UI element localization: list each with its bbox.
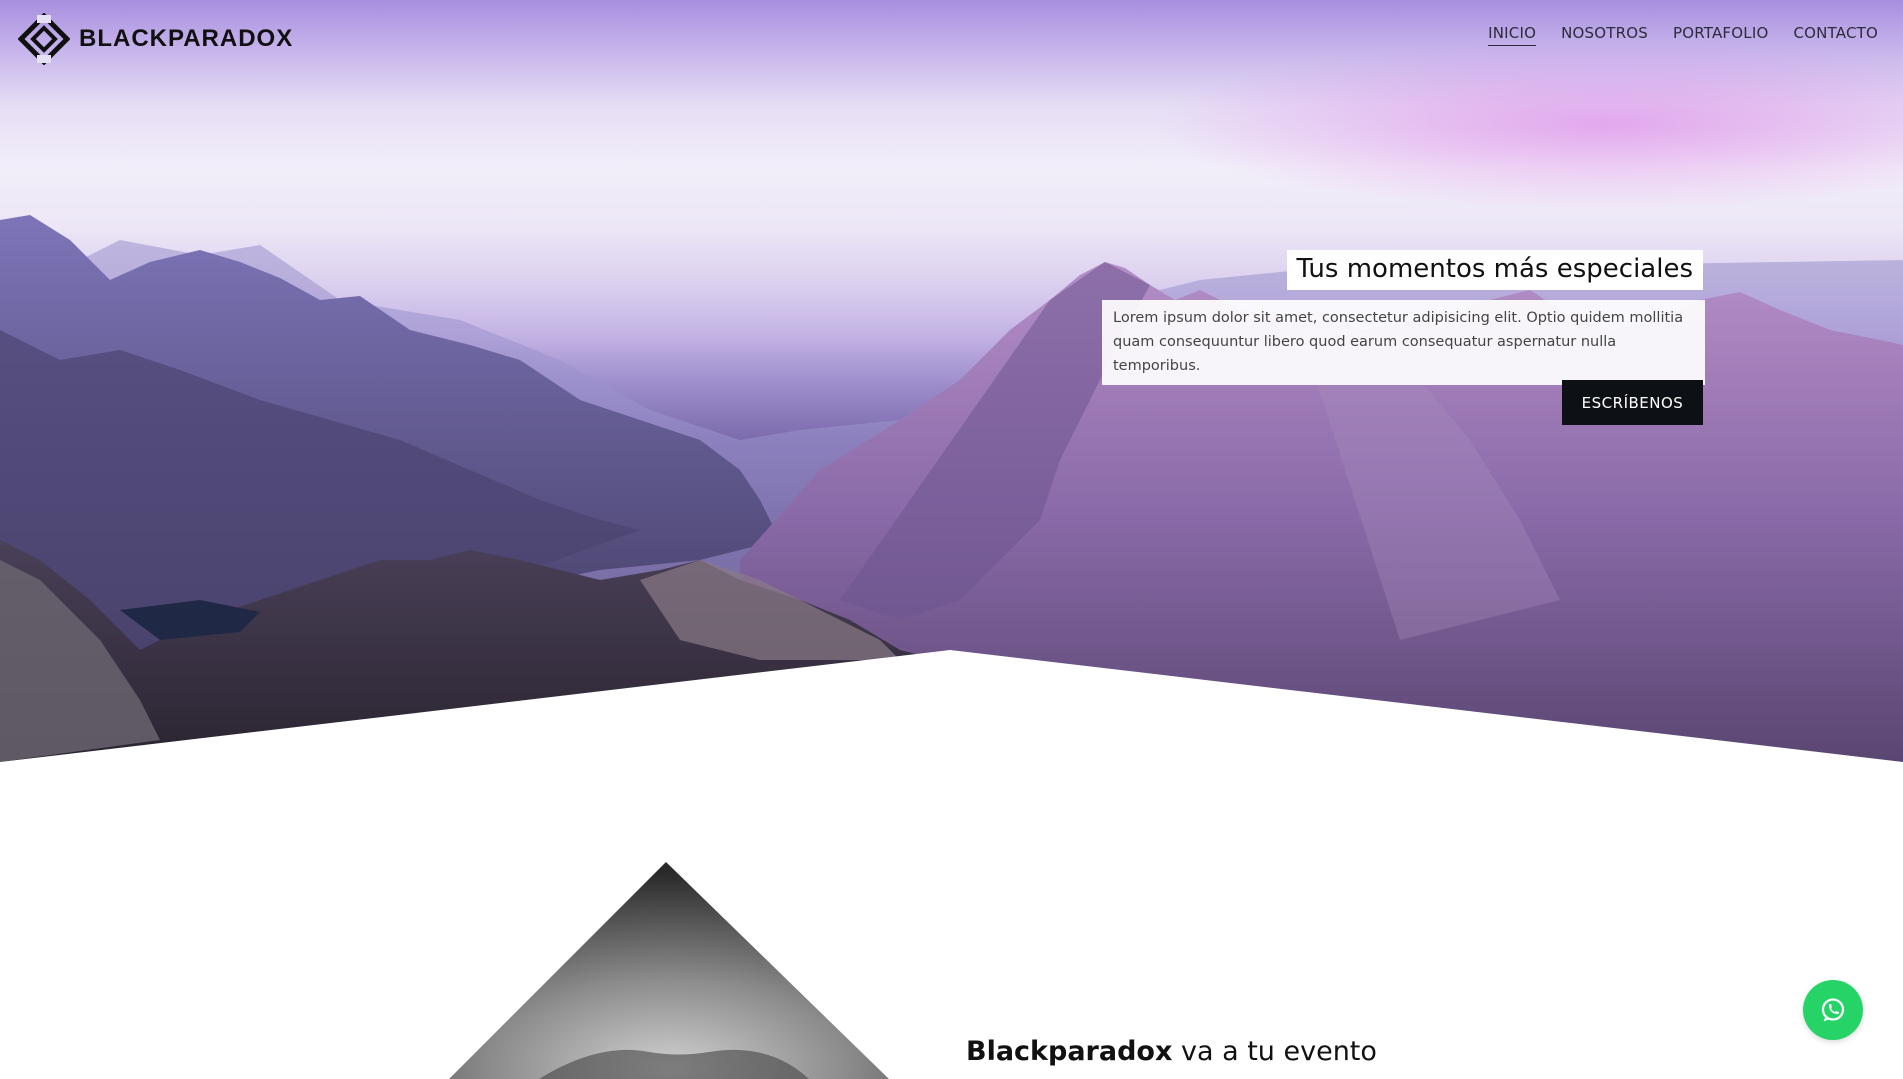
section-heading-brand: Blackparadox	[966, 1036, 1173, 1067]
contact-cta-button[interactable]: ESCRÍBENOS	[1562, 380, 1703, 425]
whatsapp-icon	[1821, 998, 1845, 1022]
portrait-image	[449, 862, 889, 1079]
main-nav: INICIO NOSOTROS PORTAFOLIO CONTACTO	[1488, 24, 1878, 46]
hero-description: Lorem ipsum dolor sit amet, consectetur …	[1102, 300, 1705, 385]
hero-title: Tus momentos más especiales	[1286, 250, 1703, 290]
nav-item-nosotros[interactable]: NOSOTROS	[1561, 24, 1648, 46]
brand-logo[interactable]: BLACKPARADOX	[18, 13, 293, 65]
section-heading-text: va a tu evento	[1172, 1036, 1377, 1067]
nav-item-portafolio[interactable]: PORTAFOLIO	[1673, 24, 1768, 46]
section-heading: Blackparadox va a tu evento	[966, 1036, 1377, 1067]
logo-diamond-icon	[18, 13, 70, 65]
whatsapp-button[interactable]	[1803, 980, 1863, 1040]
nav-item-contacto[interactable]: CONTACTO	[1793, 24, 1878, 46]
nav-item-inicio[interactable]: INICIO	[1488, 24, 1537, 46]
brand-name: BLACKPARADOX	[79, 25, 294, 52]
